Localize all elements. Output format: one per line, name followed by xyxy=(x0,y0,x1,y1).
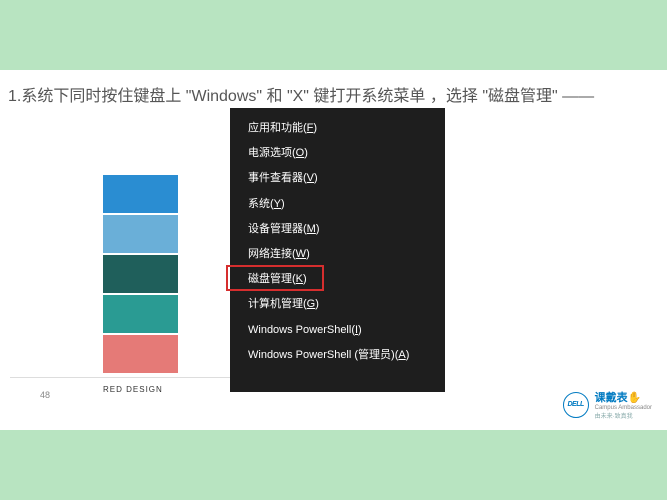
menu-item-o[interactable]: 电源选项(O) xyxy=(230,141,445,166)
menu-item-w[interactable]: 网络连接(W) xyxy=(230,242,445,267)
swatch-coral xyxy=(103,335,178,373)
menu-item-m[interactable]: 设备管理器(M) xyxy=(230,217,445,242)
hand-icon: ✋ xyxy=(628,392,642,404)
swatch-light-blue xyxy=(103,215,178,253)
red-design-label: RED DESIGN xyxy=(103,385,163,394)
dell-logo-icon: DELL xyxy=(563,392,589,418)
page-number: 48 xyxy=(40,390,50,400)
logo-text: 课戴表✋ Campus Ambassador 由未来·致真我 xyxy=(595,389,652,420)
menu-item-k[interactable]: 磁盘管理(K) xyxy=(230,267,445,292)
swatch-dark-teal xyxy=(103,255,178,293)
logo-main: 课戴表✋ xyxy=(595,389,652,405)
menu-item-a[interactable]: Windows PowerShell (管理员)(A) xyxy=(230,343,445,368)
swatch-blue xyxy=(103,175,178,213)
color-swatches xyxy=(103,175,178,375)
slide: 1.系统下同时按住键盘上 "Windows" 和 "X" 键打开系统菜单 ，选择… xyxy=(0,70,667,430)
menu-item-y[interactable]: 系统(Y) xyxy=(230,192,445,217)
menu-item-v[interactable]: 事件查看器(V) xyxy=(230,166,445,191)
menu-item-i[interactable]: Windows PowerShell(I) xyxy=(230,318,445,343)
windows-context-menu: 应用和功能(F)电源选项(O)事件查看器(V)系统(Y)设备管理器(M)网络连接… xyxy=(230,108,445,392)
slide-title: 1.系统下同时按住键盘上 "Windows" 和 "X" 键打开系统菜单 ，选择… xyxy=(8,82,667,106)
logo-sub2: 由未来·致真我 xyxy=(595,411,652,420)
swatch-teal xyxy=(103,295,178,333)
dell-logo-block: DELL 课戴表✋ Campus Ambassador 由未来·致真我 xyxy=(563,389,652,420)
menu-item-f[interactable]: 应用和功能(F) xyxy=(230,116,445,141)
menu-item-g[interactable]: 计算机管理(G) xyxy=(230,292,445,317)
